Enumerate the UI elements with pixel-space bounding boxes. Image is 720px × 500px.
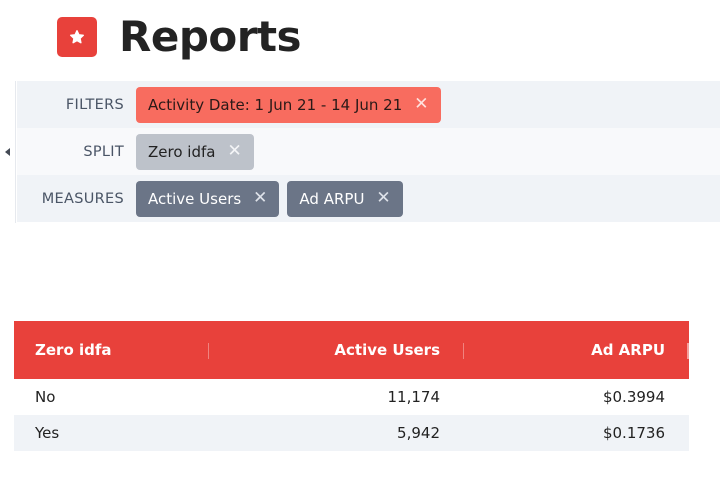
- close-icon[interactable]: ✕: [253, 190, 267, 207]
- column-header-ad-arpu[interactable]: Ad ARPU: [464, 321, 689, 379]
- close-icon[interactable]: ✕: [227, 143, 241, 160]
- cell-ad-arpu: $0.3994: [602, 388, 665, 406]
- caret-left-icon: [5, 148, 10, 156]
- column-header-active-users[interactable]: Active Users: [209, 321, 464, 379]
- column-header-zero-idfa[interactable]: Zero idfa: [14, 321, 209, 379]
- cell-zero-idfa: Yes: [35, 424, 60, 442]
- column-header-label: Active Users: [334, 341, 440, 359]
- table-row: No 11,174 $0.3994: [14, 379, 689, 415]
- page-header: Reports: [57, 12, 302, 61]
- split-label: SPLIT: [83, 143, 124, 160]
- filter-chip-activity-date[interactable]: Activity Date: 1 Jun 21 - 14 Jun 21 ✕: [136, 86, 441, 123]
- page-title: Reports: [119, 12, 302, 61]
- close-icon[interactable]: ✕: [414, 96, 428, 113]
- chip-label: Ad ARPU: [299, 189, 365, 208]
- query-panel: FILTERS Activity Date: 1 Jun 21 - 14 Jun…: [0, 81, 720, 223]
- measure-chip-ad-arpu[interactable]: Ad ARPU ✕: [287, 180, 403, 217]
- split-chip-zero-idfa[interactable]: Zero idfa ✕: [136, 133, 254, 170]
- measure-chip-active-users[interactable]: Active Users ✕: [136, 180, 280, 217]
- filters-row: FILTERS Activity Date: 1 Jun 21 - 14 Jun…: [17, 81, 720, 128]
- chip-label: Active Users: [148, 189, 242, 208]
- column-header-label: Ad ARPU: [591, 341, 665, 359]
- close-icon[interactable]: ✕: [376, 190, 390, 207]
- column-header-label: Zero idfa: [35, 341, 112, 359]
- filters-label: FILTERS: [65, 96, 124, 113]
- measures-label: MEASURES: [41, 190, 124, 207]
- chip-label: Zero idfa: [148, 142, 216, 161]
- column-resize-handle[interactable]: [687, 343, 689, 359]
- cell-active-users: 5,942: [397, 424, 440, 442]
- table-header: Zero idfa Active Users Ad ARPU: [14, 321, 689, 379]
- cell-active-users: 11,174: [387, 388, 441, 406]
- chip-label: Activity Date: 1 Jun 21 - 14 Jun 21: [148, 95, 403, 114]
- measures-row: MEASURES Active Users ✕ Ad ARPU ✕: [17, 175, 720, 222]
- split-row: SPLIT Zero idfa ✕: [17, 128, 720, 175]
- collapse-panel-button[interactable]: [0, 81, 16, 223]
- cell-ad-arpu: $0.1736: [602, 424, 665, 442]
- table-row: Yes 5,942 $0.1736: [14, 415, 689, 451]
- star-icon: [57, 17, 97, 57]
- cell-zero-idfa: No: [35, 388, 56, 406]
- results-table: Zero idfa Active Users Ad ARPU No 11,174…: [14, 321, 689, 451]
